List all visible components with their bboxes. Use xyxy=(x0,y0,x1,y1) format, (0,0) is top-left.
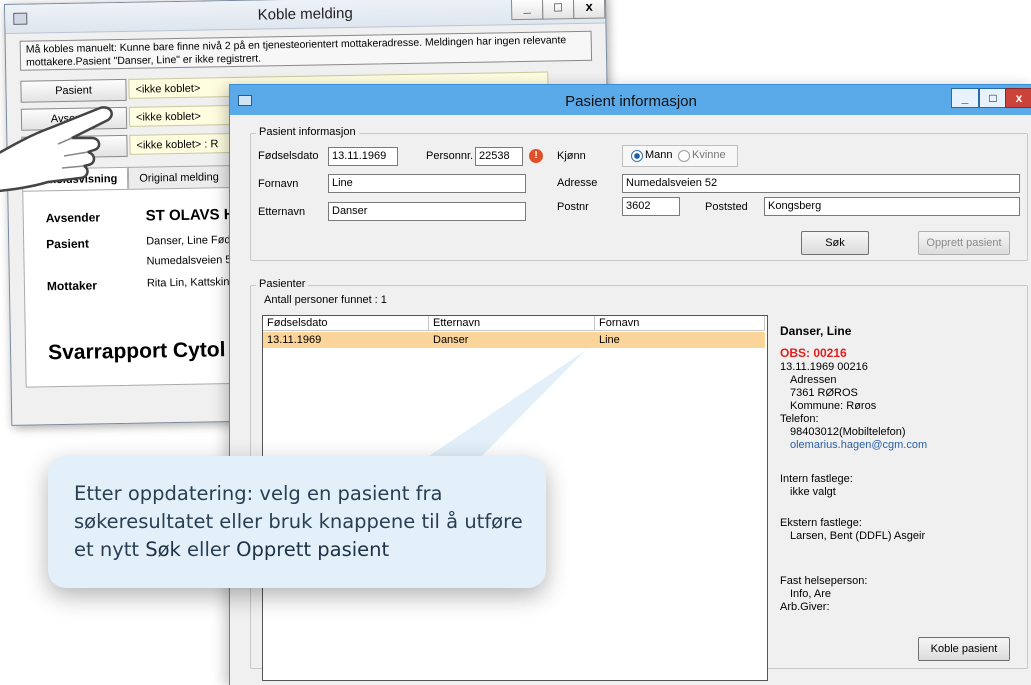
intern-fastlege-label: Intern fastlege: xyxy=(780,473,853,485)
ekstern-fastlege-value: Larsen, Bent (DDFL) Asgeir xyxy=(790,530,926,542)
poststed-field[interactable]: Kongsberg xyxy=(764,197,1020,216)
pasient-informasjon-titlebar: Pasient informasjon _ □ x xyxy=(230,85,1031,115)
callout-create-word: Opprett pasient xyxy=(236,538,390,561)
poststed-label: Poststed xyxy=(705,201,748,213)
ekstern-fastlege-label: Ekstern fastlege: xyxy=(780,517,862,529)
adresse-field[interactable]: Numedalsveien 52 xyxy=(622,174,1020,193)
pasient-value-line-1: Danser, Line Fød xyxy=(146,234,231,248)
create-patient-button[interactable]: Opprett pasient xyxy=(918,231,1010,255)
row-fornavn: Line xyxy=(599,334,620,346)
dialog-title: Pasient informasjon xyxy=(565,93,697,110)
column-header-etternavn[interactable]: Etternavn xyxy=(429,316,595,331)
patient-detail-name: Danser, Line xyxy=(780,324,852,338)
close-button[interactable]: x xyxy=(572,0,606,20)
patient-detail-address: Adressen xyxy=(790,374,837,386)
column-header-fodselsdato[interactable]: Fødselsdato xyxy=(263,316,429,331)
avsender-value: ST OLAVS H xyxy=(145,206,235,225)
pasient-informasjon-window: Pasient informasjon _ □ x Pasient inform… xyxy=(229,84,1031,685)
intern-fastlege-value: ikke valgt xyxy=(790,486,836,498)
pasient-label: Pasient xyxy=(46,236,90,252)
dialog-close-button[interactable]: x xyxy=(1005,88,1031,108)
mottaker-value: Rita Lin, Kattskin xyxy=(146,276,230,290)
personnr-label: Personnr. xyxy=(426,150,474,162)
fast-helseperson-label: Fast helseperson: xyxy=(780,575,868,587)
pointing-hand-icon xyxy=(0,106,113,193)
report-heading: Svarrapport Cytol xyxy=(47,338,226,365)
personnr-field[interactable]: 22538 xyxy=(475,147,523,166)
fast-helseperson-value: Info, Are xyxy=(790,588,831,600)
patient-detail-email[interactable]: olemarius.hagen@cgm.com xyxy=(790,439,927,452)
patients-count: Antall personer funnet : 1 xyxy=(264,294,387,306)
patient-detail-telefon: 98403012(Mobiltelefon) xyxy=(790,426,906,438)
row-fodselsdato: 13.11.1969 xyxy=(267,334,322,346)
patients-group-label: Pasienter xyxy=(256,278,309,290)
callout-text: Etter oppdatering: velg en pasient fra s… xyxy=(74,480,534,564)
dialog-minimize-button[interactable]: _ xyxy=(951,88,979,108)
avsender-label: Avsender xyxy=(45,210,101,226)
etternavn-field[interactable]: Danser xyxy=(328,202,526,221)
radio-mann[interactable] xyxy=(631,150,643,162)
postnr-field[interactable]: 3602 xyxy=(622,197,680,216)
table-row[interactable]: 13.11.1969 Danser Line xyxy=(263,332,765,348)
maximize-button[interactable]: □ xyxy=(541,0,575,20)
radio-mann-label: Mann xyxy=(645,149,673,161)
radio-kvinne-label: Kvinne xyxy=(692,149,726,161)
patient-info-group-label: Pasient informasjon xyxy=(256,126,359,138)
patient-detail-telefon-label: Telefon: xyxy=(780,413,819,425)
fornavn-label: Fornavn xyxy=(258,178,299,190)
kjonn-label: Kjønn xyxy=(557,150,586,162)
status-message: Må kobles manuelt: Kunne bare finne nivå… xyxy=(19,30,593,71)
row-etternavn: Danser xyxy=(433,334,469,346)
postnr-label: Postnr xyxy=(557,201,589,213)
patient-detail-obs: OBS: 00216 xyxy=(780,346,847,360)
patient-detail-postal: 7361 RØROS xyxy=(790,387,858,399)
fodselsdato-label: Fødselsdato xyxy=(258,150,319,162)
patient-detail-kommune: Kommune: Røros xyxy=(790,400,877,412)
callout-text-part-2: eller xyxy=(180,538,237,561)
etternavn-label: Etternavn xyxy=(258,206,306,218)
adresse-label: Adresse xyxy=(557,177,598,189)
arb-giver-label: Arb.Giver: xyxy=(780,601,830,613)
column-header-fornavn[interactable]: Fornavn xyxy=(595,316,765,331)
search-button[interactable]: Søk xyxy=(801,231,869,255)
koble-melding-titlebar: Koble melding _ □ x xyxy=(5,0,606,34)
gender-radio-group: Mann Kvinne xyxy=(622,145,738,167)
instruction-callout: Etter oppdatering: velg en pasient fra s… xyxy=(48,456,546,588)
fornavn-field[interactable]: Line xyxy=(328,174,526,193)
dialog-maximize-button[interactable]: □ xyxy=(979,88,1007,108)
pasient-value-line-2: Numedalsveien 5 xyxy=(146,254,232,268)
link-patient-button[interactable]: Koble pasient xyxy=(918,637,1010,661)
fodselsdato-field[interactable]: 13.11.1969 xyxy=(328,147,398,166)
mottaker-label: Mottaker xyxy=(46,278,98,294)
callout-search-word: Søk xyxy=(145,538,181,561)
radio-kvinne[interactable] xyxy=(678,150,690,162)
minimize-button[interactable]: _ xyxy=(510,0,544,21)
warning-icon: ! xyxy=(529,149,543,163)
patient-detail-birth-id: 13.11.1969 00216 xyxy=(780,361,868,373)
